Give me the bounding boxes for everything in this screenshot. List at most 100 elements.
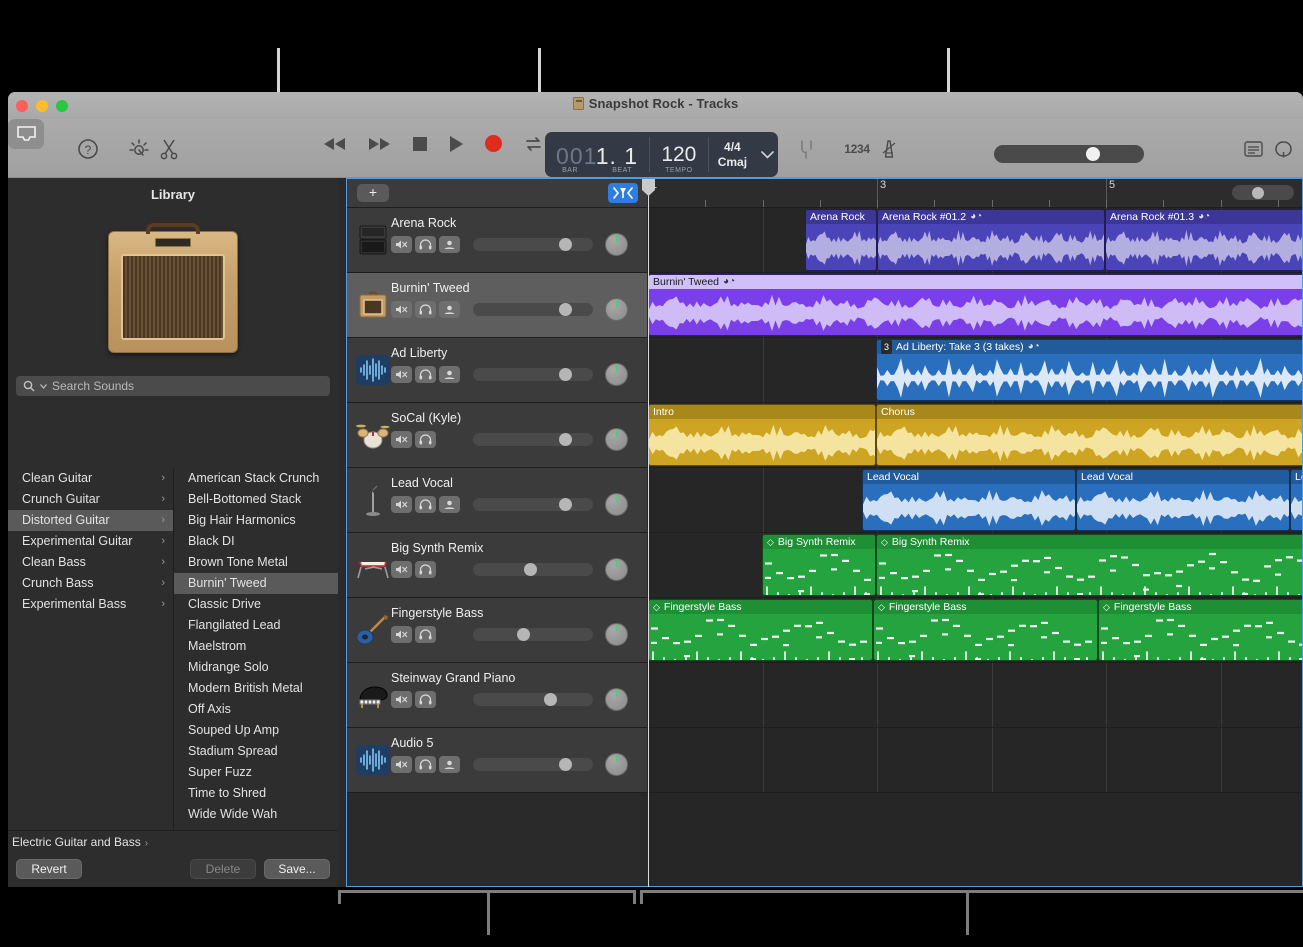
track-header-1[interactable]: Burnin' Tweed bbox=[347, 273, 647, 338]
track-name[interactable]: Fingerstyle Bass bbox=[391, 606, 483, 620]
track-mute-button[interactable] bbox=[391, 496, 412, 513]
track-name[interactable]: Ad Liberty bbox=[391, 346, 447, 360]
track-pan-knob[interactable] bbox=[605, 233, 628, 256]
transport-controls[interactable] bbox=[323, 135, 543, 152]
track-volume-knob[interactable] bbox=[559, 238, 572, 251]
playhead[interactable] bbox=[648, 179, 649, 887]
track-solo-button[interactable] bbox=[415, 496, 436, 513]
track-header-6[interactable]: Fingerstyle Bass bbox=[347, 598, 647, 663]
library-patch-16[interactable]: Wide Wide Wah bbox=[174, 804, 338, 825]
timeline-lane-2[interactable]: 3Ad Liberty: Take 3 (3 takes)◕◔ bbox=[648, 338, 1302, 403]
track-volume-knob[interactable] bbox=[559, 303, 572, 316]
track-header-2[interactable]: Ad Liberty bbox=[347, 338, 647, 403]
track-volume-knob[interactable] bbox=[559, 758, 572, 771]
metronome-button[interactable] bbox=[876, 132, 902, 166]
track-header-7[interactable]: Steinway Grand Piano bbox=[347, 663, 647, 728]
track-record-enable-button[interactable] bbox=[439, 366, 460, 383]
track-buttons[interactable] bbox=[391, 301, 460, 318]
track-volume-knob[interactable] bbox=[559, 368, 572, 381]
timeline-lane-0[interactable]: Arena Rock Arena Rock #01.2◕◔ Arena Rock… bbox=[648, 208, 1302, 273]
track-solo-button[interactable] bbox=[415, 756, 436, 773]
track-volume-slider[interactable] bbox=[473, 693, 593, 706]
library-category-column[interactable]: Clean Guitar›Crunch Guitar›Distorted Gui… bbox=[8, 468, 174, 830]
track-volume-slider[interactable] bbox=[473, 758, 593, 771]
stop-button[interactable] bbox=[413, 137, 427, 151]
catch-playhead-button[interactable] bbox=[608, 183, 638, 203]
track-pan-knob[interactable] bbox=[605, 753, 628, 776]
timeline-region[interactable]: ◇Big Synth Remix bbox=[762, 534, 876, 596]
timeline-lane-8[interactable] bbox=[648, 728, 1302, 793]
track-volume-slider[interactable] bbox=[473, 238, 593, 251]
track-mute-button[interactable] bbox=[391, 626, 412, 643]
timeline-region[interactable]: Arena Rock #01.3◕◔ bbox=[1105, 209, 1302, 271]
track-mute-button[interactable] bbox=[391, 431, 412, 448]
timeline-lane-6[interactable]: ◇Fingerstyle Bass ◇Fingerstyle Bass ◇Fin… bbox=[648, 598, 1302, 663]
cycle-button[interactable] bbox=[524, 136, 543, 152]
lcd-display[interactable]: 0011. 1 BAR BEAT 120 TEMPO 4/4 Cmaj bbox=[545, 132, 778, 177]
library-category-2[interactable]: Distorted Guitar› bbox=[8, 510, 173, 531]
track-name[interactable]: Big Synth Remix bbox=[391, 541, 483, 555]
track-volume-slider[interactable] bbox=[473, 368, 593, 381]
timeline-lane-4[interactable]: Lead Vocal Lead Vocal Lead bbox=[648, 468, 1302, 533]
track-mute-button[interactable] bbox=[391, 301, 412, 318]
timeline-region[interactable]: 3Ad Liberty: Take 3 (3 takes)◕◔ bbox=[876, 339, 1302, 401]
library-category-0[interactable]: Clean Guitar› bbox=[8, 468, 173, 489]
library-button[interactable] bbox=[8, 119, 44, 149]
track-volume-knob[interactable] bbox=[524, 563, 537, 576]
track-volume-knob[interactable] bbox=[544, 693, 557, 706]
track-volume-slider[interactable] bbox=[473, 498, 593, 511]
track-buttons[interactable] bbox=[391, 496, 460, 513]
library-category-1[interactable]: Crunch Guitar› bbox=[8, 489, 173, 510]
timeline-lanes[interactable]: Arena Rock Arena Rock #01.2◕◔ Arena Rock… bbox=[648, 208, 1302, 886]
track-pan-knob[interactable] bbox=[605, 428, 628, 451]
track-header-3[interactable]: SoCal (Kyle) bbox=[347, 403, 647, 468]
track-buttons[interactable] bbox=[391, 691, 436, 708]
timeline-lane-1[interactable]: Burnin' Tweed◕◔ bbox=[648, 273, 1302, 338]
timeline-region[interactable]: Burnin' Tweed◕◔ bbox=[648, 274, 1302, 336]
track-buttons[interactable] bbox=[391, 236, 460, 253]
track-solo-button[interactable] bbox=[415, 626, 436, 643]
timeline-region[interactable]: Arena Rock #01.2◕◔ bbox=[877, 209, 1105, 271]
track-pan-knob[interactable] bbox=[605, 558, 628, 581]
help-button[interactable]: ? bbox=[72, 132, 104, 166]
play-button[interactable] bbox=[449, 136, 463, 152]
timeline-region[interactable]: Intro bbox=[648, 404, 876, 466]
library-patch-column[interactable]: American Stack CrunchBell-Bottomed Stack… bbox=[174, 468, 338, 830]
editors-button[interactable] bbox=[153, 132, 185, 166]
lcd-chevron-down-icon[interactable] bbox=[756, 132, 778, 177]
library-patch-1[interactable]: Bell-Bottomed Stack bbox=[174, 489, 338, 510]
zoom-slider-knob[interactable] bbox=[1252, 187, 1264, 199]
library-patch-8[interactable]: Maelstrom bbox=[174, 636, 338, 657]
count-in-button[interactable]: 1234 bbox=[838, 132, 876, 166]
track-buttons[interactable] bbox=[391, 626, 436, 643]
library-patch-10[interactable]: Modern British Metal bbox=[174, 678, 338, 699]
track-volume-slider[interactable] bbox=[473, 563, 593, 576]
timeline-region[interactable]: Lead Vocal bbox=[1076, 469, 1290, 531]
track-name[interactable]: Steinway Grand Piano bbox=[391, 671, 515, 685]
timeline-region[interactable]: ◇Fingerstyle Bass bbox=[873, 599, 1098, 661]
lcd-signature[interactable]: 4/4 Cmaj bbox=[709, 132, 757, 177]
library-patch-2[interactable]: Big Hair Harmonics bbox=[174, 510, 338, 531]
lcd-position[interactable]: 0011. 1 BAR BEAT bbox=[545, 132, 649, 177]
track-name[interactable]: Burnin' Tweed bbox=[391, 281, 470, 295]
track-solo-button[interactable] bbox=[415, 561, 436, 578]
track-buttons[interactable] bbox=[391, 366, 460, 383]
library-patch-13[interactable]: Stadium Spread bbox=[174, 741, 338, 762]
library-category-5[interactable]: Crunch Bass› bbox=[8, 573, 173, 594]
track-pan-knob[interactable] bbox=[605, 363, 628, 386]
timeline-region[interactable]: Lead Vocal bbox=[862, 469, 1076, 531]
library-patch-5[interactable]: Burnin' Tweed bbox=[174, 573, 338, 594]
track-pan-knob[interactable] bbox=[605, 623, 628, 646]
library-patch-12[interactable]: Souped Up Amp bbox=[174, 720, 338, 741]
search-sounds-field[interactable]: Search Sounds bbox=[16, 376, 330, 396]
track-solo-button[interactable] bbox=[415, 431, 436, 448]
lcd-tempo[interactable]: 120 TEMPO bbox=[650, 132, 708, 177]
timeline-region[interactable]: ◇Fingerstyle Bass bbox=[1098, 599, 1302, 661]
track-record-enable-button[interactable] bbox=[439, 301, 460, 318]
master-volume-knob[interactable] bbox=[1086, 147, 1100, 161]
track-solo-button[interactable] bbox=[415, 301, 436, 318]
track-record-enable-button[interactable] bbox=[439, 756, 460, 773]
timeline-region[interactable]: Chorus bbox=[876, 404, 1302, 466]
tuner-button[interactable] bbox=[792, 132, 820, 166]
track-volume-knob[interactable] bbox=[559, 498, 572, 511]
